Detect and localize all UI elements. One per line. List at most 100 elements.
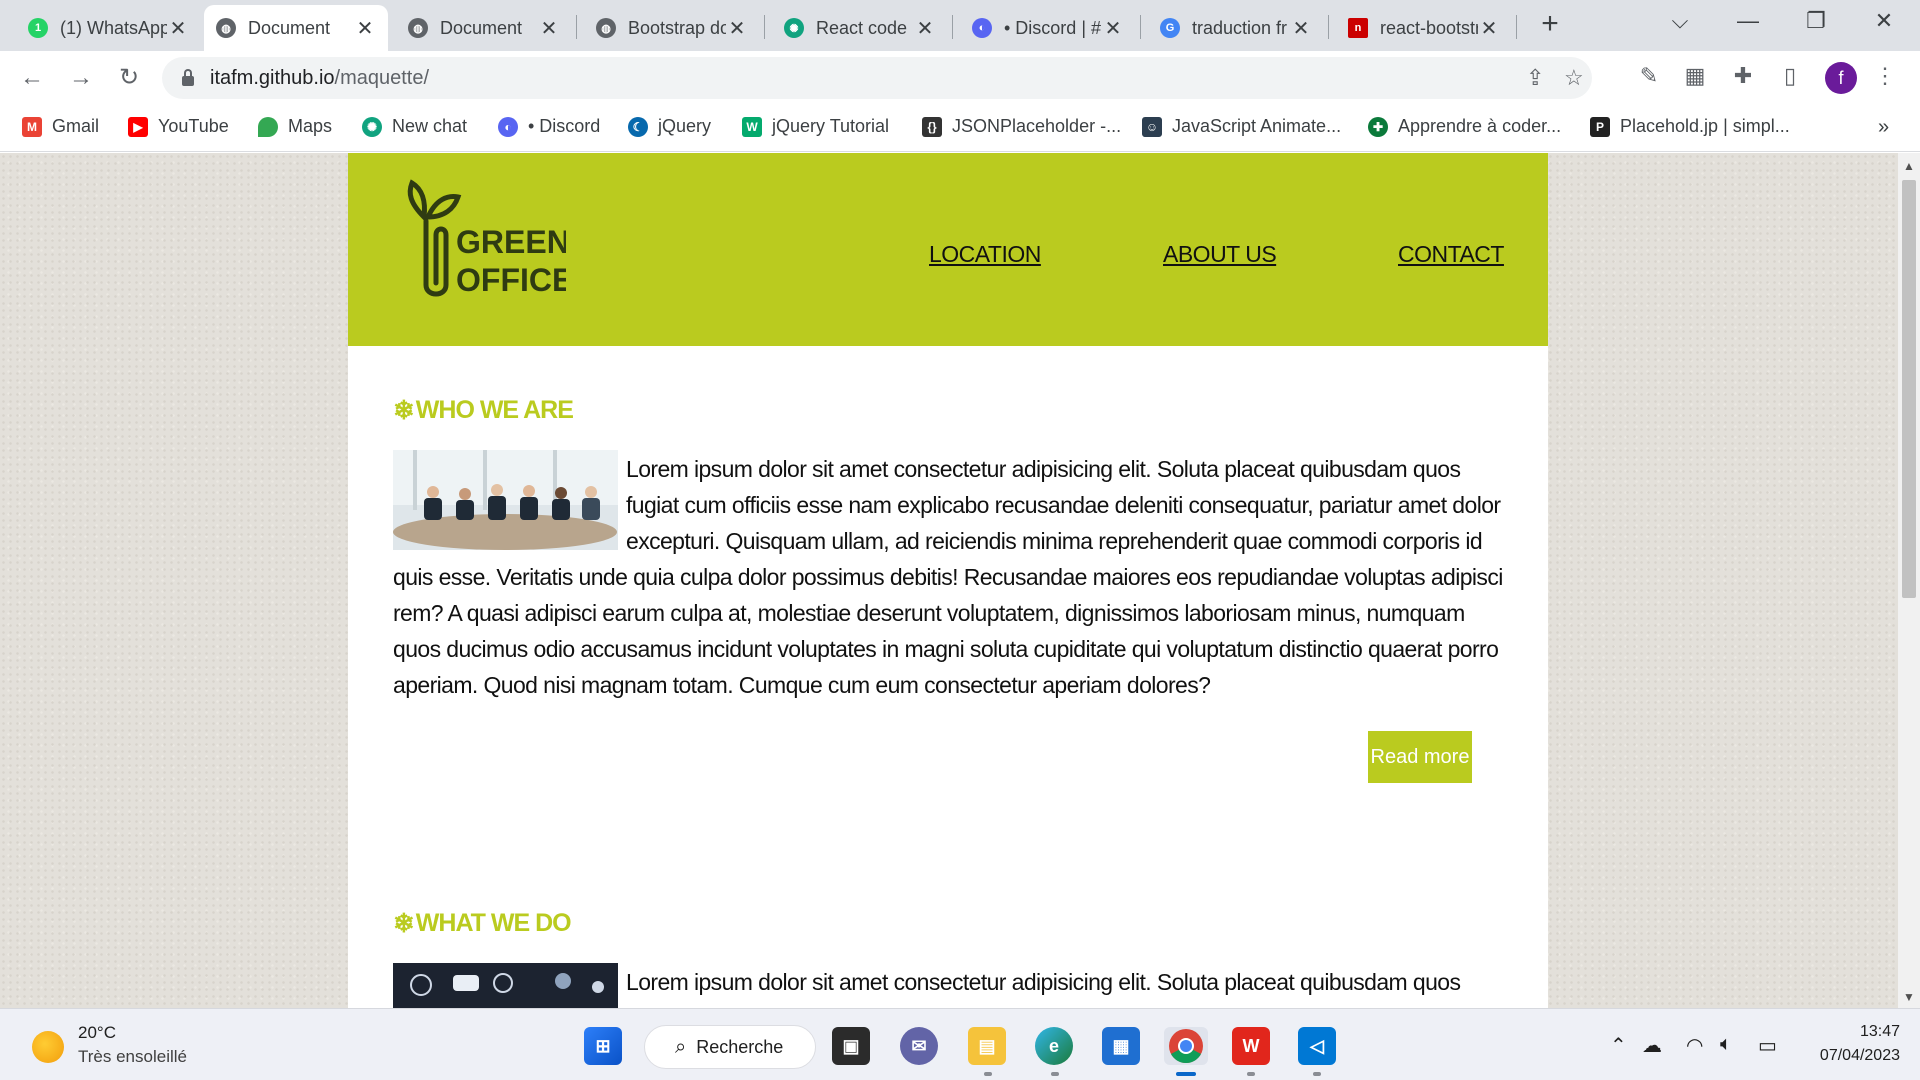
- running-indicator: [1313, 1072, 1321, 1076]
- placehold-icon: P: [1590, 116, 1610, 137]
- running-indicator: [984, 1072, 992, 1076]
- battery-icon[interactable]: ▭: [1758, 1033, 1777, 1058]
- minimize-icon[interactable]: —: [1728, 8, 1768, 34]
- snowflake-icon: ❄: [393, 395, 415, 425]
- bookmark-youtube[interactable]: ▶ YouTube: [128, 116, 229, 137]
- profile-avatar[interactable]: f: [1825, 62, 1857, 94]
- bookmark-star-icon[interactable]: ☆: [1564, 65, 1584, 91]
- address-bar[interactable]: itafm.github.io/maquette/ ⇪ ☆: [162, 57, 1592, 99]
- weather-description[interactable]: Très ensoleillé: [78, 1047, 187, 1067]
- clock-date[interactable]: 07/04/2023: [1800, 1047, 1900, 1065]
- tab-whatsapp[interactable]: 1 (1) WhatsApp ✕: [16, 5, 201, 51]
- bookmark-jquery[interactable]: ☾ jQuery: [628, 116, 711, 137]
- tab-close-icon[interactable]: ✕: [1102, 16, 1124, 41]
- tab-label: traduction fr: [1192, 17, 1288, 38]
- gmail-icon: M: [22, 116, 42, 137]
- tab-traduction[interactable]: G traduction fr ✕: [1148, 5, 1324, 51]
- bookmark-discord[interactable]: ◐ • Discord: [498, 116, 600, 137]
- jquery-icon: ☾: [628, 116, 648, 137]
- tab-separator: [1516, 15, 1517, 39]
- nav-about-us[interactable]: ABOUT US: [1163, 241, 1277, 268]
- bookmark-label: YouTube: [158, 116, 229, 136]
- teams-chat-icon[interactable]: ✉: [900, 1027, 938, 1065]
- tab-close-icon[interactable]: ✕: [167, 16, 189, 41]
- bookmarks-more-icon[interactable]: »: [1878, 116, 1889, 139]
- windows-start-icon[interactable]: ⊞: [584, 1027, 622, 1065]
- reload-icon[interactable]: ↻: [112, 61, 146, 95]
- bookmark-javascript-animate[interactable]: ☺ JavaScript Animate...: [1142, 116, 1341, 137]
- bookmarks-bar: M Gmail ▶ YouTube Maps ✺ New chat ◐ • Discor…: [0, 104, 1920, 152]
- section-title-what-we-do: ❄ WHAT WE DO: [393, 908, 572, 939]
- bookmark-gmail[interactable]: M Gmail: [22, 116, 99, 137]
- bookmark-label: JavaScript Animate...: [1172, 116, 1342, 136]
- site-container: GREEN OFFICE LOCATION ABOUT US CONTACT ❄…: [348, 153, 1548, 1008]
- bookmark-jquery-tutorial[interactable]: WjQuery Tutorial: [742, 116, 889, 137]
- tab-label: React code: [816, 17, 908, 38]
- tab-discord[interactable]: ◐ • Discord | # ✕: [960, 5, 1136, 51]
- onedrive-cloud-icon[interactable]: ☁: [1642, 1033, 1662, 1058]
- bookmark-label: Gmail: [52, 116, 100, 136]
- back-arrow-icon[interactable]: ←: [15, 61, 49, 95]
- new-tab-button[interactable]: +: [1533, 8, 1567, 42]
- section-title-who-we-are: ❄ WHO WE ARE: [393, 395, 574, 426]
- bookmark-label: JSONPlaceholder -...: [952, 116, 1122, 136]
- vscode-icon[interactable]: ◁: [1298, 1027, 1336, 1065]
- tab-close-icon[interactable]: ✕: [538, 16, 560, 41]
- nav-contact[interactable]: CONTACT: [1398, 241, 1504, 268]
- close-icon[interactable]: ✕: [1864, 8, 1904, 34]
- tab-react-code[interactable]: ✺ React code ✕: [772, 5, 948, 51]
- wifi-icon[interactable]: ◠: [1686, 1033, 1703, 1058]
- bookmark-label: Apprendre à coder...: [1398, 116, 1562, 136]
- clock-time[interactable]: 13:47: [1850, 1023, 1900, 1041]
- tab-close-icon[interactable]: ✕: [726, 16, 748, 41]
- tab-close-icon[interactable]: ✕: [1478, 16, 1500, 41]
- tab-separator: [576, 15, 577, 39]
- scroll-down-icon[interactable]: ▼: [1898, 990, 1920, 1004]
- tab-search-icon[interactable]: ⌵: [1660, 8, 1700, 34]
- bookmark-placehold[interactable]: P Placehold.jp | simpl...: [1590, 116, 1790, 137]
- extension-icon[interactable]: ▦: [1680, 63, 1710, 89]
- nav-location[interactable]: LOCATION: [929, 241, 1041, 268]
- side-panel-icon[interactable]: ▯: [1775, 63, 1805, 89]
- bookmark-new-chat[interactable]: ✺ New chat: [362, 116, 467, 137]
- tab-close-icon[interactable]: ✕: [1290, 16, 1312, 41]
- tab-react-bootstrap[interactable]: n react-bootstrap ✕: [1336, 5, 1512, 51]
- page-scrollbar[interactable]: ▲ ▼: [1898, 153, 1920, 1008]
- bookmark-maps[interactable]: Maps: [258, 116, 332, 137]
- globe-icon: ◍: [596, 18, 616, 38]
- tab-label: react-bootstrap: [1380, 17, 1478, 38]
- bookmark-label: • Discord: [528, 116, 601, 136]
- chrome-icon[interactable]: [1164, 1027, 1208, 1065]
- tab-bootstrap[interactable]: ◍ Bootstrap doc ✕: [584, 5, 760, 51]
- section-title-text: WHO WE ARE: [415, 396, 574, 424]
- green-office-logo[interactable]: GREEN OFFICE: [396, 173, 566, 313]
- puzzle-icon[interactable]: ✚: [1728, 63, 1758, 89]
- brand-line1: GREEN: [456, 224, 566, 260]
- task-view-icon[interactable]: ▣: [832, 1027, 870, 1065]
- eyedropper-extension-icon[interactable]: ✎: [1634, 63, 1664, 89]
- edge-icon[interactable]: e: [1035, 1027, 1073, 1065]
- microsoft-store-icon[interactable]: ▦: [1102, 1027, 1140, 1065]
- wps-office-icon[interactable]: W: [1232, 1027, 1270, 1065]
- restore-icon[interactable]: ❐: [1796, 8, 1836, 34]
- weather-temperature[interactable]: 20°C: [78, 1023, 116, 1043]
- bookmark-label: Placehold.jp | simpl...: [1620, 116, 1790, 136]
- tab-close-icon[interactable]: ✕: [914, 16, 936, 41]
- taskbar-search[interactable]: ⌕ Recherche: [644, 1025, 816, 1069]
- scroll-up-icon[interactable]: ▲: [1898, 159, 1920, 173]
- tab-document[interactable]: ◍ Document ✕: [396, 5, 572, 51]
- bookmark-jsonplaceholder[interactable]: {} JSONPlaceholder -...: [922, 116, 1121, 137]
- forward-arrow-icon[interactable]: →: [64, 61, 98, 95]
- read-more-button[interactable]: Read more: [1368, 731, 1472, 783]
- scrollbar-thumb[interactable]: [1902, 180, 1916, 598]
- tab-document-active[interactable]: ◍ Document ✕: [204, 5, 388, 51]
- sun-weather-icon[interactable]: [32, 1031, 64, 1063]
- bookmark-apprendre[interactable]: ✚ Apprendre à coder...: [1368, 116, 1561, 137]
- share-icon[interactable]: ⇪: [1526, 65, 1544, 91]
- volume-icon[interactable]: 🔈︎: [1720, 1033, 1732, 1056]
- lock-icon[interactable]: [182, 69, 194, 86]
- file-explorer-icon[interactable]: ▤: [968, 1027, 1006, 1065]
- tray-chevron-up-icon[interactable]: ⌃: [1610, 1033, 1627, 1058]
- menu-kebab-icon[interactable]: ⋮: [1870, 63, 1900, 89]
- tab-close-icon[interactable]: ✕: [354, 16, 376, 41]
